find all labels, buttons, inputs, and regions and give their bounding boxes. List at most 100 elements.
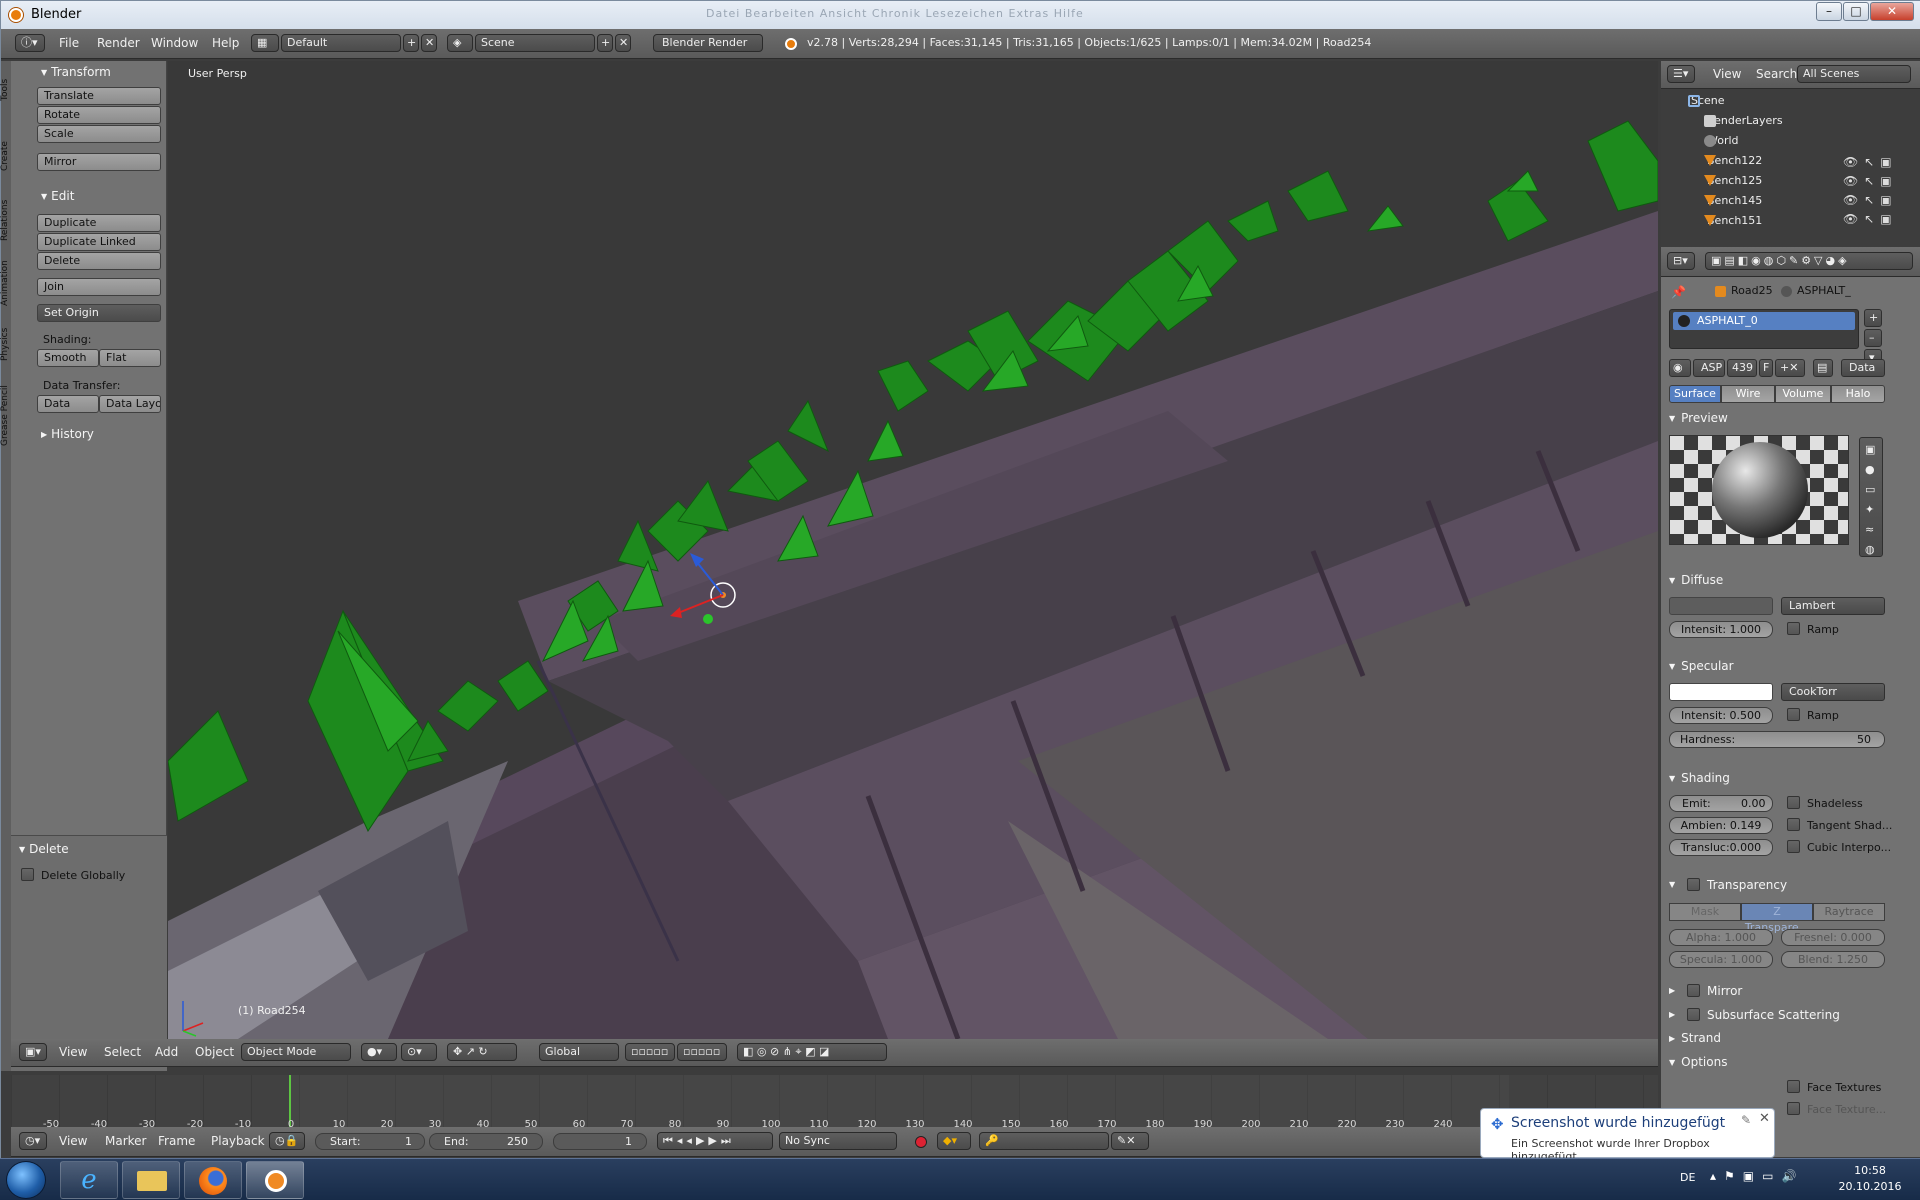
toast-settings-icon[interactable]: ✎: [1741, 1113, 1751, 1127]
clock[interactable]: 10:58 20.10.2016: [1830, 1163, 1910, 1195]
data-layout-button[interactable]: Data Layo: [99, 395, 161, 413]
remove-scene-icon[interactable]: ✕: [615, 34, 631, 52]
specular-color-swatch[interactable]: [1669, 683, 1773, 701]
snap-proportional-icons[interactable]: ◧ ◎ ⊘ ⋔ ⌖ ◩ ◪: [737, 1043, 887, 1061]
duplicate-button[interactable]: Duplicate: [37, 214, 161, 232]
outliner-row[interactable]: Scene: [1669, 91, 1909, 111]
remove-slot-button[interactable]: –: [1864, 329, 1882, 347]
translate-button[interactable]: Translate: [37, 87, 161, 105]
transparency-checkbox[interactable]: [1687, 878, 1700, 891]
panel-history[interactable]: History: [41, 427, 94, 441]
viewport-menu-view[interactable]: View: [59, 1045, 87, 1059]
orientation-select[interactable]: Global: [539, 1043, 619, 1061]
editor-type-icon[interactable]: ⓘ▾: [15, 34, 45, 52]
panel-mirror[interactable]: [1669, 983, 1681, 997]
timeline-menu-frame[interactable]: Frame: [158, 1134, 195, 1148]
panel-sss[interactable]: [1669, 1007, 1681, 1021]
diffuse-shader-select[interactable]: Lambert: [1781, 597, 1885, 615]
add-layout-icon[interactable]: +: [403, 34, 419, 52]
tab-tools[interactable]: Tools: [0, 79, 10, 101]
material-browse-icon[interactable]: ◉: [1669, 359, 1691, 377]
fresnel-field[interactable]: Fresnel: 0.000: [1781, 929, 1885, 946]
blend-field[interactable]: Blend: 1.250: [1781, 951, 1885, 968]
minimize-button[interactable]: –: [1816, 2, 1842, 21]
pivot-point-icon[interactable]: ⊙▾: [401, 1043, 437, 1061]
face-textures-alpha-checkbox[interactable]: [1787, 1102, 1800, 1115]
firefox-icon[interactable]: [184, 1161, 242, 1199]
menu-file[interactable]: File: [59, 36, 79, 50]
delete-button[interactable]: Delete: [37, 252, 161, 270]
fake-user-button[interactable]: F: [1759, 359, 1773, 377]
outliner-filter-select[interactable]: All Scenes: [1797, 65, 1911, 83]
add-scene-icon[interactable]: +: [597, 34, 613, 52]
material-slot-row[interactable]: ASPHALT_0: [1673, 312, 1855, 330]
viewport-menu-add[interactable]: Add: [155, 1045, 178, 1059]
panel-shading[interactable]: Shading: [1669, 771, 1730, 785]
tab-halo[interactable]: Halo: [1831, 385, 1885, 403]
close-button[interactable]: ✕: [1870, 2, 1914, 21]
ambient-field[interactable]: Ambien: 0.149: [1669, 817, 1773, 834]
internet-explorer-icon[interactable]: e: [60, 1161, 118, 1199]
notification-toast[interactable]: ✥ Screenshot wurde hinzugefügt Ein Scree…: [1480, 1108, 1775, 1163]
viewport-menu-object[interactable]: Object: [195, 1045, 234, 1059]
preview-range-icons[interactable]: ◷🔒: [269, 1132, 305, 1150]
outliner-editor-icon[interactable]: ☰▾: [1667, 65, 1695, 83]
current-frame-field[interactable]: 1: [553, 1133, 647, 1150]
render-engine-select[interactable]: Blender Render: [653, 34, 763, 52]
timeline-editor-icon[interactable]: ◷▾: [19, 1132, 47, 1150]
timeline-menu-view[interactable]: View: [59, 1134, 87, 1148]
node-icon[interactable]: ▤: [1813, 359, 1833, 377]
link-select[interactable]: Data: [1841, 359, 1885, 377]
join-button[interactable]: Join: [37, 278, 161, 296]
material-users[interactable]: 439: [1727, 359, 1757, 377]
keying-icon[interactable]: ◆▾: [937, 1132, 971, 1150]
specular-intensity-field[interactable]: Intensit: 0.500: [1669, 707, 1773, 724]
blender-taskbar-icon[interactable]: [246, 1161, 304, 1199]
screen-layout-icon[interactable]: ▦: [251, 34, 279, 52]
viewport-shading-icon[interactable]: ●▾: [361, 1043, 397, 1061]
mirror-button[interactable]: Mirror: [37, 153, 161, 171]
file-explorer-icon[interactable]: [122, 1161, 180, 1199]
diffuse-color-swatch[interactable]: [1669, 597, 1773, 615]
material-name-field[interactable]: ASP: [1693, 359, 1725, 377]
panel-specular[interactable]: Specular: [1669, 659, 1733, 673]
panel-strand[interactable]: Strand: [1669, 1031, 1721, 1045]
properties-context-tabs[interactable]: ▣▤◧◉◍⬡✎⚙▽◕◈: [1705, 252, 1913, 270]
diffuse-ramp-checkbox[interactable]: [1787, 622, 1800, 635]
outliner-row[interactable]: RenderLayers: [1685, 111, 1920, 131]
manipulator-icons[interactable]: ✥ ↗ ↻: [447, 1043, 517, 1061]
rotate-button[interactable]: Rotate: [37, 106, 161, 124]
toast-close-icon[interactable]: ✕: [1759, 1111, 1770, 1126]
tab-physics[interactable]: Physics: [0, 328, 10, 361]
screen-layout-field[interactable]: Default: [281, 34, 401, 52]
properties-editor-icon[interactable]: ⊟▾: [1667, 252, 1695, 270]
sync-select[interactable]: No Sync: [779, 1132, 897, 1150]
operator-title[interactable]: Delete: [19, 842, 68, 856]
tab-wire[interactable]: Wire: [1721, 385, 1775, 403]
tab-create[interactable]: Create: [0, 141, 10, 171]
tab-volume[interactable]: Volume: [1775, 385, 1831, 403]
viewport-menu-select[interactable]: Select: [104, 1045, 141, 1059]
menu-help[interactable]: Help: [212, 36, 239, 50]
panel-edit[interactable]: Edit: [41, 189, 74, 203]
panel-options[interactable]: Options: [1669, 1055, 1727, 1069]
scene-field[interactable]: Scene: [475, 34, 595, 52]
tray-icons[interactable]: ▴⚑▣▭🔊: [1710, 1169, 1804, 1183]
panel-transparency[interactable]: [1669, 877, 1681, 891]
shadeless-checkbox[interactable]: [1787, 796, 1800, 809]
playback-controls[interactable]: ⏮◂◂▶▶⏭: [657, 1132, 773, 1150]
tab-grease-pencil[interactable]: Grease Pencil: [0, 385, 10, 446]
specular-shader-select[interactable]: CookTorr: [1781, 683, 1885, 701]
data-transfer-button[interactable]: Data: [37, 395, 99, 413]
remove-layout-icon[interactable]: ✕: [421, 34, 437, 52]
start-button[interactable]: [6, 1161, 46, 1199]
new-material-button[interactable]: +✕: [1775, 359, 1805, 377]
maximize-button[interactable]: □: [1843, 2, 1869, 21]
layer-buttons[interactable]: ▫▫▫▫▫: [625, 1043, 675, 1061]
add-slot-button[interactable]: +: [1864, 309, 1882, 327]
duplicate-linked-button[interactable]: Duplicate Linked: [37, 233, 161, 251]
panel-preview[interactable]: Preview: [1669, 411, 1728, 425]
input-language[interactable]: DE: [1680, 1171, 1695, 1184]
transparency-raytrace-button[interactable]: Raytrace: [1813, 903, 1885, 921]
specular-ramp-checkbox[interactable]: [1787, 708, 1800, 721]
